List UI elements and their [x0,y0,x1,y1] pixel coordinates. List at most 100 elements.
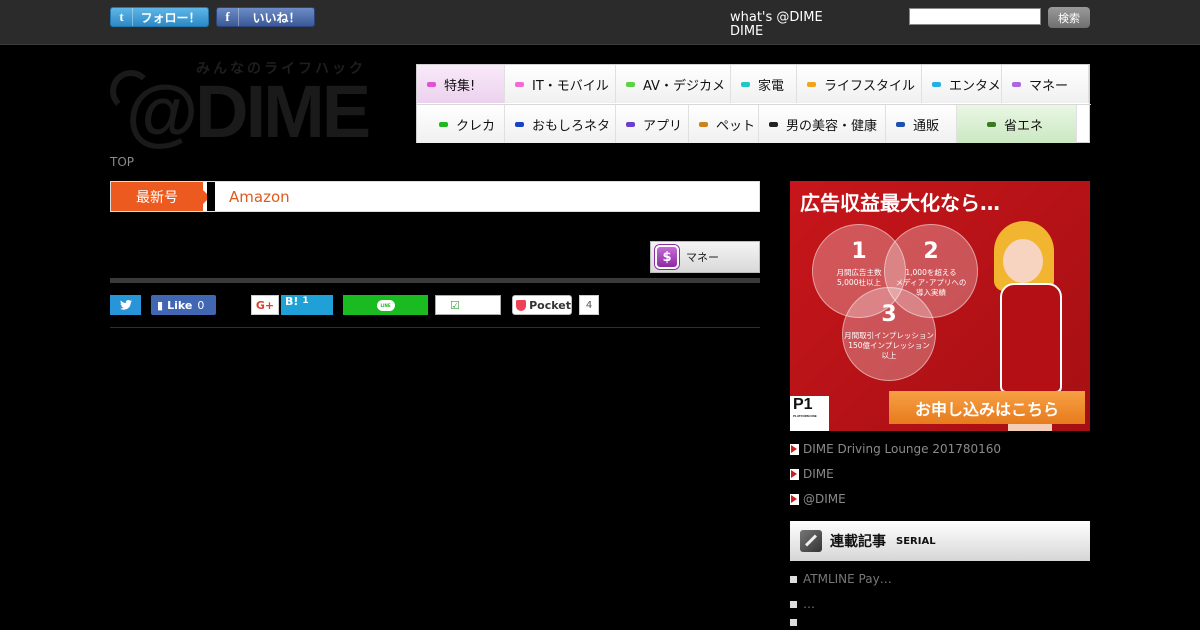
fb-like-count: 0 [197,298,205,312]
hatena-icon: B! [285,295,299,308]
nav-item-credit-card[interactable]: クレカ [417,105,505,143]
serial-subtitle: SERIAL [896,535,936,547]
nav-dot [515,121,524,127]
pocket-count: 4 [579,295,599,315]
line-count-box: ☑ [435,295,501,315]
nav-label: 特集! [444,78,476,94]
category-label: マネー [686,251,719,264]
nav-item-appliance[interactable]: 家電 [731,65,797,103]
ad-point-2-num: 2 [923,239,939,264]
nav-dot [427,81,436,87]
ad-logo-text: P1 [793,396,813,413]
ad-character-face [1003,239,1043,283]
nav-dot [626,121,635,127]
nav-label: ライフスタイル [824,78,916,94]
nav-dot [896,121,905,127]
side-link[interactable]: @DIME [790,492,846,506]
ad-title: 広告収益最大化なら… [800,191,1000,215]
pocket-button[interactable]: Pocket [512,295,572,315]
sidebar-ad-banner[interactable]: 広告収益最大化なら… 1 月間広告主数 5,000社以上 2 1,000を超える… [790,181,1090,431]
headline-title: Amazon [229,188,290,206]
ad-point-3-text: 月間取引インプレッション 150億インプレッション 以上 [844,331,934,360]
latest-headline[interactable]: 最新号 Amazon [110,181,760,212]
bullet-icon [790,600,797,608]
whats-dime-link[interactable]: what's @DIME DIME [730,11,823,39]
nav-label: 家電 [758,78,785,94]
twitter-share-button[interactable] [110,295,141,315]
side-link[interactable]: DIME [790,467,834,481]
share-divider [110,327,760,328]
twitter-bird-icon [119,300,132,310]
nav-item-lifestyle[interactable]: ライフスタイル [797,65,922,103]
breadcrumb[interactable]: TOP [110,155,134,169]
google-plus-button[interactable]: G+ [251,295,279,315]
whats-dime-line2: DIME [730,24,764,39]
nav-item-special[interactable]: 特集! [417,65,505,103]
nav-item-money[interactable]: マネー [1002,65,1089,103]
nav-label: おもしろネタ [532,118,611,134]
nav-dot [987,121,996,127]
nav-label: 省エネ [1004,118,1044,134]
nav-item-it-mobile[interactable]: IT・モバイル [505,65,616,103]
article-divider [110,278,760,283]
bullet-icon [790,575,797,583]
arrow-icon [790,468,799,480]
nav-item-entertainment[interactable]: エンタメ [922,65,1002,103]
search-input[interactable] [909,8,1041,25]
facebook-share-button[interactable]: ▮ Like 0 [151,295,216,315]
nav-row-2: クレカ おもしろネタ アプリ ペット 男の美容・健康 通販 省エネ [417,104,1091,143]
site-logo[interactable]: みんなのライフハック @DIME [110,58,386,153]
logo-text: @DIME [126,70,371,153]
like-label: いいね！ [252,10,301,25]
side-link[interactable]: DIME Driving Lounge 201780160 [790,442,1001,456]
serial-item-label: ATMLINE Pay… [803,572,892,586]
nav-item-shopping[interactable]: 通販 [886,105,957,143]
search-button[interactable]: 検索 [1048,7,1090,28]
nav-label: 通販 [913,118,940,134]
twitter-icon: t [111,8,133,26]
serial-item-label: … [803,597,815,611]
nav-item-mens-beauty[interactable]: 男の美容・健康 [759,105,886,143]
top-bar: t フォロー！ f いいね！ what's @DIME DIME 検索 [0,0,1200,45]
ad-logo: P1 PLATFORM ONE [790,396,829,431]
nav-dot [1012,81,1021,87]
nav-item-av-camera[interactable]: AV・デジカメ [616,65,731,103]
nav-label: 男の美容・健康 [786,118,878,134]
bullet-icon [790,619,797,626]
nav-item-apps[interactable]: アプリ [616,105,689,143]
nav-label: クレカ [456,118,496,134]
ad-logo-sub: PLATFORM ONE [793,414,817,418]
nav-dot [932,81,941,87]
hatena-count: 1 [302,296,309,306]
category-badge[interactable]: $ マネー [650,241,760,273]
line-icon: LINE [376,299,395,311]
facebook-like-button[interactable]: f いいね！ [216,7,315,27]
follow-label: フォロー！ [140,10,201,25]
serial-item[interactable] [790,619,803,626]
pocket-label: Pocket [529,298,571,312]
thumbs-up-icon: ▮ [157,298,164,312]
hatena-bookmark-button[interactable]: B! 1 [281,295,333,315]
nav-dot [769,121,778,127]
twitter-follow-button[interactable]: t フォロー！ [110,7,209,27]
serial-section-header: 連載記事 SERIAL [790,521,1090,561]
nav-dot [699,121,708,127]
pencil-icon [800,530,822,552]
nav-item-pets[interactable]: ペット [689,105,759,143]
side-link-label: DIME Driving Lounge 201780160 [803,442,1002,456]
ad-character-body [1000,283,1062,393]
nav-item-energy-saving[interactable]: 省エネ [957,105,1077,143]
serial-title: 連載記事 [830,534,886,550]
ad-point-3-num: 3 [881,302,897,327]
ad-cta-button[interactable]: お申し込みはこちら [889,391,1085,424]
nav-dot [439,121,448,127]
nav-item-fun-news[interactable]: おもしろネタ [505,105,616,143]
serial-item[interactable]: … [790,597,815,611]
latest-issue-tag: 最新号 [111,182,203,211]
tag-separator [207,182,215,211]
serial-item[interactable]: ATMLINE Pay… [790,572,892,586]
line-share-button[interactable]: LINE [343,295,428,315]
whats-dime-line1: what's @DIME [730,10,823,25]
side-link-label: @DIME [803,492,846,506]
nav-dot [807,81,816,87]
